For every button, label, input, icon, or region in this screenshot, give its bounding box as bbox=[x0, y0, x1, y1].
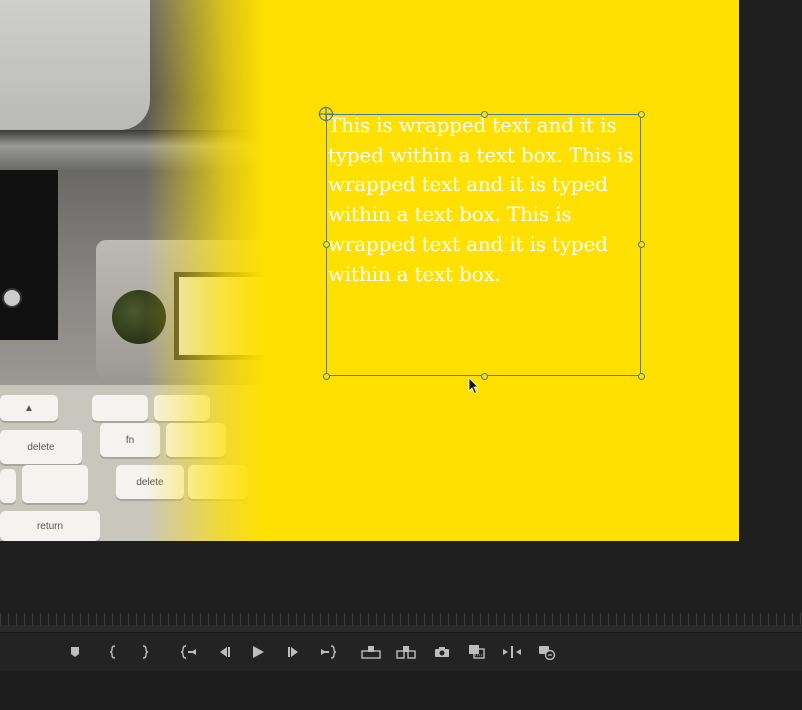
mark-in-icon bbox=[109, 645, 116, 659]
resize-handle-top-right[interactable] bbox=[638, 111, 645, 118]
play-button[interactable] bbox=[247, 642, 269, 662]
mark-out-icon bbox=[142, 645, 149, 659]
extract-button[interactable] bbox=[395, 642, 417, 662]
step-back-button[interactable] bbox=[213, 642, 235, 662]
mark-out-button[interactable] bbox=[134, 642, 156, 662]
time-ruler[interactable] bbox=[0, 605, 802, 633]
step-forward-icon bbox=[288, 647, 298, 657]
text-box[interactable]: This is wrapped text and it is typed wit… bbox=[326, 111, 641, 376]
resize-handle-bottom-center[interactable] bbox=[481, 373, 488, 380]
text-box-content[interactable]: This is wrapped text and it is typed wit… bbox=[328, 111, 640, 289]
lift-button[interactable] bbox=[360, 642, 382, 662]
resize-handle-top-center[interactable] bbox=[481, 111, 488, 118]
trim-icon bbox=[503, 646, 521, 658]
resize-handle-bottom-right[interactable] bbox=[638, 373, 645, 380]
export-frame-button[interactable] bbox=[431, 642, 453, 662]
lift-icon bbox=[361, 646, 381, 659]
bottom-panel-strip bbox=[0, 671, 802, 710]
comparison-view-icon bbox=[469, 645, 485, 659]
mark-in-button[interactable] bbox=[102, 642, 124, 662]
multicam-icon bbox=[539, 646, 556, 660]
step-forward-button[interactable] bbox=[283, 642, 305, 662]
go-to-out-button[interactable] bbox=[317, 642, 339, 662]
trim-button[interactable] bbox=[501, 642, 523, 662]
transport-controls bbox=[0, 632, 802, 672]
multi-camera-button[interactable] bbox=[536, 642, 558, 662]
resize-handle-middle-right[interactable] bbox=[638, 241, 645, 248]
go-to-out-icon bbox=[321, 645, 337, 659]
step-back-icon bbox=[220, 647, 230, 657]
resize-handle-middle-left[interactable] bbox=[323, 241, 330, 248]
mouse-cursor-icon bbox=[468, 377, 479, 395]
program-monitor[interactable]: ▲ delete fn delete return This is wrappe… bbox=[0, 0, 739, 541]
add-marker-button[interactable] bbox=[64, 642, 86, 662]
play-icon bbox=[253, 646, 264, 658]
extract-icon bbox=[396, 646, 416, 659]
go-to-in-button[interactable] bbox=[178, 642, 200, 662]
camera-icon bbox=[435, 647, 449, 657]
panel-gutter bbox=[739, 0, 802, 541]
background-photo: ▲ delete fn delete return bbox=[0, 0, 330, 541]
go-to-in-icon bbox=[180, 645, 196, 659]
marker-icon bbox=[71, 647, 79, 657]
comparison-view-button[interactable] bbox=[466, 642, 488, 662]
resize-handle-bottom-left[interactable] bbox=[323, 373, 330, 380]
anchor-point-icon[interactable] bbox=[318, 106, 334, 122]
